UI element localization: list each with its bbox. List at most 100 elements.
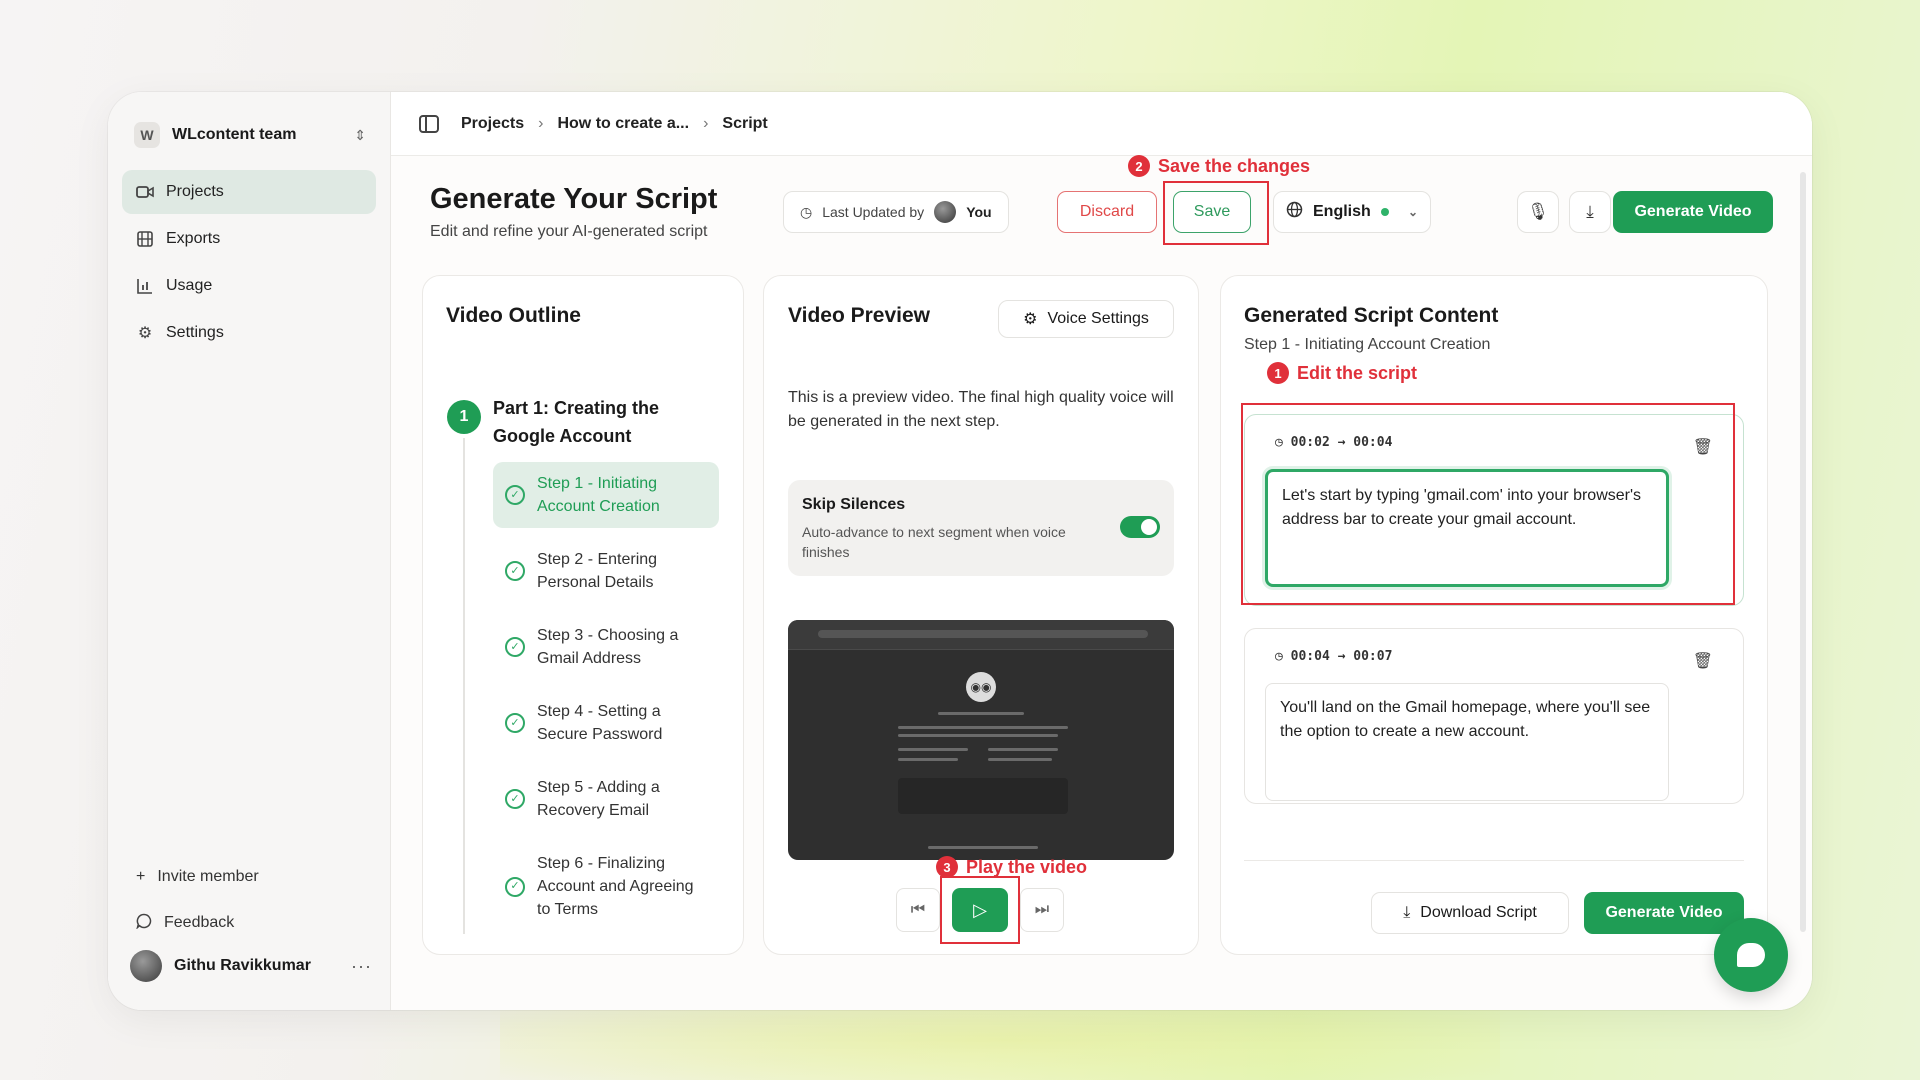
outline-step-3[interactable]: ✓ Step 3 - Choosing a Gmail Address bbox=[493, 614, 719, 680]
check-circle-icon: ✓ bbox=[505, 713, 525, 733]
annotation-number: 3 bbox=[936, 856, 958, 878]
video-text-line bbox=[928, 846, 1038, 849]
trash-icon[interactable]: 🗑 bbox=[1693, 651, 1713, 671]
sidebar: W WLcontent team ⇕ Projects Exports Usag… bbox=[108, 92, 391, 1010]
video-text-line bbox=[938, 712, 1024, 715]
generate-video-button-bottom[interactable]: Generate Video bbox=[1584, 892, 1744, 934]
annotation-text: Edit the script bbox=[1297, 362, 1418, 383]
bar-chart-icon bbox=[136, 277, 154, 295]
step-label: Step 4 - Setting a Secure Password bbox=[537, 703, 663, 743]
skip-back-icon: ⏮ bbox=[910, 901, 926, 918]
check-circle-icon: ✓ bbox=[505, 637, 525, 657]
video-icon bbox=[136, 183, 154, 201]
plus-icon: + bbox=[136, 868, 146, 885]
outline-connector-line bbox=[463, 438, 465, 934]
part-title: Part 1: Creating the Google Account bbox=[493, 398, 660, 446]
chevron-right-icon: › bbox=[703, 114, 709, 132]
feedback-link[interactable]: Feedback bbox=[122, 900, 376, 946]
part-number-badge: 1 bbox=[447, 400, 481, 434]
gear-icon: ⚙ bbox=[137, 325, 153, 342]
background-glow bbox=[500, 1000, 1500, 1080]
step-label: Step 1 - Initiating Account Creation bbox=[537, 475, 660, 515]
annotation-text: Play the video bbox=[966, 856, 1088, 877]
annotation-number: 1 bbox=[1267, 362, 1289, 384]
invite-member-label: Invite member bbox=[157, 868, 259, 885]
microphone-button[interactable]: 🎙 bbox=[1517, 191, 1559, 233]
video-preview-card: Video Preview ⚙ Voice Settings This is a… bbox=[763, 275, 1199, 955]
language-select[interactable]: English ⌄ bbox=[1273, 191, 1431, 233]
download-script-label: Download Script bbox=[1420, 904, 1537, 921]
download-script-button[interactable]: ⤓ Download Script bbox=[1371, 892, 1569, 934]
breadcrumb-project[interactable]: How to create a... bbox=[557, 115, 689, 133]
main-content: Projects › How to create a... › Script G… bbox=[391, 92, 1812, 1010]
skip-forward-icon: ⏭ bbox=[1034, 901, 1050, 918]
last-updated-label: Last Updated by bbox=[822, 204, 925, 220]
skip-silences-toggle[interactable] bbox=[1120, 516, 1160, 538]
step-label: Step 2 - Entering Personal Details bbox=[537, 551, 658, 591]
chat-support-button[interactable] bbox=[1714, 918, 1788, 992]
more-options-icon[interactable]: ··· bbox=[351, 956, 372, 977]
breadcrumb-current: Script bbox=[722, 114, 768, 132]
globe-icon bbox=[1286, 201, 1303, 223]
video-text-line bbox=[898, 734, 1058, 737]
topbar: Projects › How to create a... › Script bbox=[391, 92, 1812, 156]
video-text-line bbox=[898, 748, 968, 751]
outline-step-5[interactable]: ✓ Step 5 - Adding a Recovery Email bbox=[493, 766, 719, 832]
discard-button[interactable]: Discard bbox=[1057, 191, 1157, 233]
segment-time: ◷ 00:04 → 00:07 bbox=[1275, 649, 1393, 664]
video-player[interactable]: ◉◉ bbox=[788, 620, 1174, 860]
user-name: Githu Ravikkumar bbox=[174, 957, 311, 974]
last-updated-badge: ◷ Last Updated by You bbox=[783, 191, 1009, 233]
generate-video-button[interactable]: Generate Video bbox=[1613, 191, 1773, 233]
annotation-text: Save the changes bbox=[1158, 155, 1311, 176]
sidebar-item-usage[interactable]: Usage bbox=[122, 264, 376, 308]
player-controls: ⏮ ▷ ⏭ bbox=[764, 876, 1198, 944]
page-subtitle: Edit and refine your AI-generated script bbox=[430, 223, 708, 240]
check-circle-icon: ✓ bbox=[505, 485, 525, 505]
annotation-play: 3 Play the video bbox=[936, 856, 1087, 878]
video-preview-title: Video Preview bbox=[788, 304, 931, 327]
skip-silences-description: Auto-advance to next segment when voice … bbox=[802, 524, 1066, 560]
sidebar-item-projects[interactable]: Projects bbox=[122, 170, 376, 214]
scrollbar[interactable] bbox=[1800, 172, 1806, 932]
sidebar-item-exports[interactable]: Exports bbox=[122, 217, 376, 261]
user-profile[interactable]: Githu Ravikkumar ··· bbox=[126, 944, 376, 988]
check-circle-icon: ✓ bbox=[505, 789, 525, 809]
breadcrumb-projects[interactable]: Projects bbox=[461, 115, 524, 133]
outline-step-1[interactable]: ✓ Step 1 - Initiating Account Creation bbox=[493, 462, 719, 528]
team-avatar: W bbox=[134, 122, 160, 148]
video-text-line bbox=[988, 748, 1058, 751]
download-button[interactable]: ⤓ bbox=[1569, 191, 1611, 233]
chevron-right-icon: › bbox=[538, 114, 544, 132]
team-name: WLcontent team bbox=[172, 126, 297, 143]
outline-step-6[interactable]: ✓ Step 6 - Finalizing Account and Agreei… bbox=[493, 842, 719, 931]
video-url-bar bbox=[818, 630, 1148, 638]
feedback-label: Feedback bbox=[164, 914, 235, 931]
page-header: Generate Your Script Edit and refine you… bbox=[391, 155, 1812, 251]
team-switcher[interactable]: W WLcontent team ⇕ bbox=[126, 110, 374, 160]
chevron-updown-icon: ⇕ bbox=[354, 126, 366, 143]
avatar bbox=[934, 201, 957, 223]
video-text-line bbox=[898, 726, 1068, 729]
outline-step-4[interactable]: ✓ Step 4 - Setting a Secure Password bbox=[493, 690, 719, 756]
clock-icon: ◷ bbox=[800, 203, 813, 220]
download-icon: ⤓ bbox=[1403, 904, 1411, 921]
avatar bbox=[130, 950, 162, 982]
segment-time-text: 00:04 → 00:07 bbox=[1290, 649, 1393, 664]
film-icon bbox=[136, 230, 154, 248]
preview-description: This is a preview video. The final high … bbox=[788, 389, 1174, 430]
sidebar-toggle-icon[interactable] bbox=[419, 114, 439, 133]
segment-text-editor[interactable]: You'll land on the Gmail homepage, where… bbox=[1265, 683, 1669, 801]
sidebar-item-settings[interactable]: ⚙ Settings bbox=[122, 311, 376, 355]
download-icon: ⤓ bbox=[1586, 202, 1594, 221]
sidebar-item-label: Exports bbox=[166, 230, 221, 247]
script-segment: ◷ 00:04 → 00:07 🗑 You'll land on the Gma… bbox=[1244, 628, 1744, 804]
invite-member-link[interactable]: + Invite member bbox=[122, 854, 376, 900]
outline-step-2[interactable]: ✓ Step 2 - Entering Personal Details bbox=[493, 538, 719, 604]
voice-settings-button[interactable]: ⚙ Voice Settings bbox=[998, 300, 1174, 338]
next-segment-button[interactable]: ⏭ bbox=[1020, 888, 1064, 932]
sidebar-item-label: Settings bbox=[166, 324, 224, 341]
play-highlight-box bbox=[940, 876, 1020, 944]
script-subtitle: Step 1 - Initiating Account Creation bbox=[1244, 336, 1491, 353]
previous-segment-button[interactable]: ⏮ bbox=[896, 888, 940, 932]
